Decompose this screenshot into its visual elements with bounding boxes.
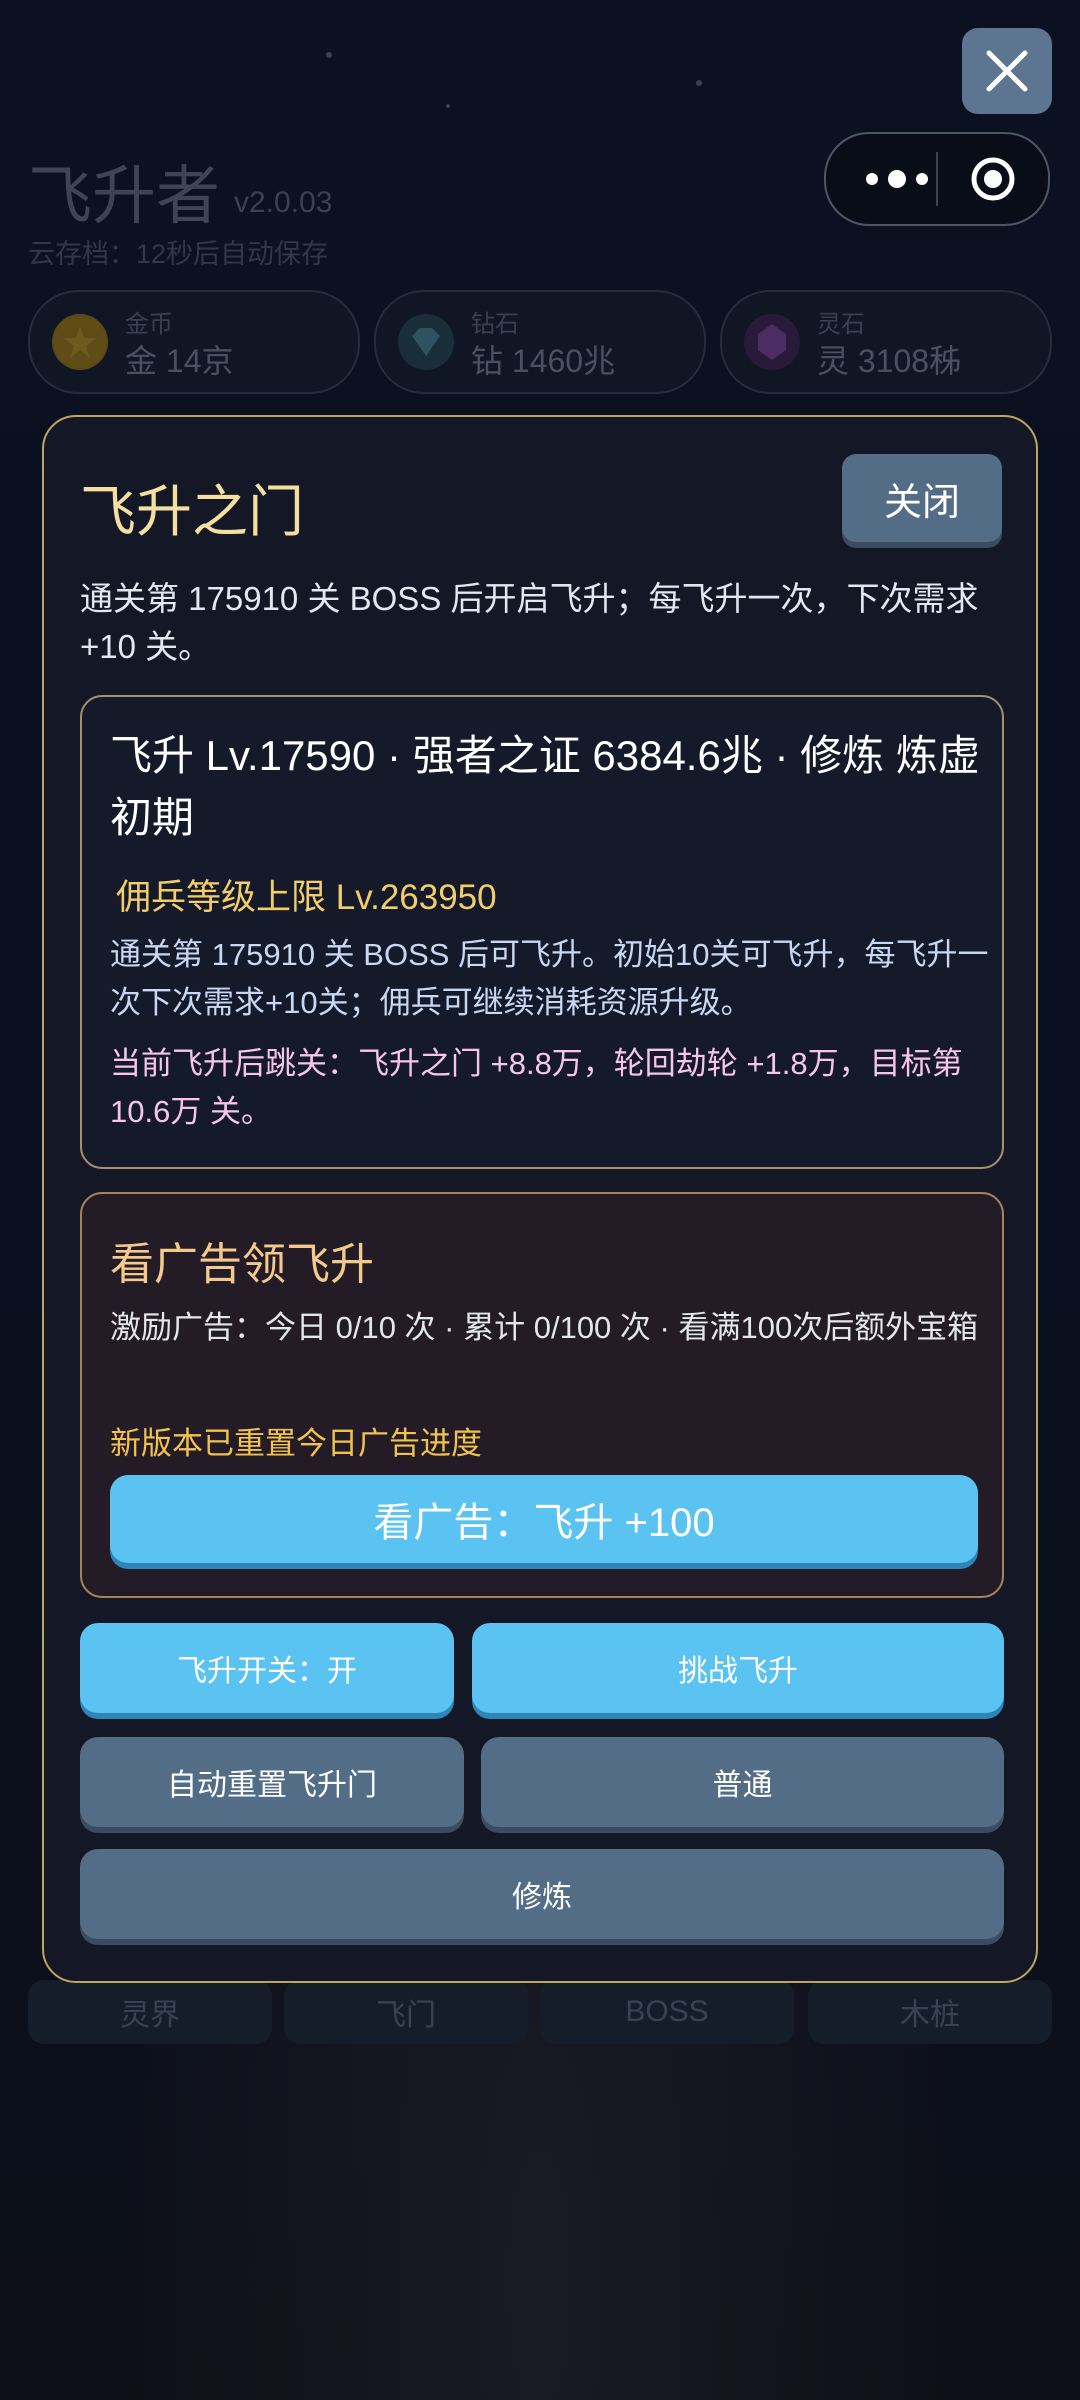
- modal-description: 通关第 175910 关 BOSS 后开启飞升；每飞升一次，下次需求 +10 关…: [80, 580, 979, 665]
- diamond-icon: [398, 314, 454, 370]
- star: [326, 52, 332, 58]
- resource-label: 金币: [125, 311, 173, 338]
- game-title: 飞升者: [28, 160, 220, 232]
- ascension-gate-modal: 飞升之门 关闭 通关第 175910 关 BOSS 后开启飞升；每飞升一次，下次…: [42, 415, 1038, 1983]
- exit-target-icon[interactable]: [970, 156, 1016, 202]
- cultivate-button[interactable]: 修炼: [80, 1849, 1004, 1939]
- challenge-ascension-button[interactable]: 挑战飞升: [472, 1623, 1004, 1713]
- tab-spirit-realm[interactable]: 灵界: [28, 1980, 272, 2044]
- tab-ascension-gate[interactable]: 飞门: [284, 1980, 528, 2044]
- ascension-level-summary: 飞升 Lv.17590 · 强者之证 6384.6兆 · 修炼 炼虚初期: [110, 732, 980, 841]
- game-version: v2.0.03: [234, 186, 333, 219]
- resource-diamond[interactable]: 钻石 钻 1460兆: [374, 290, 706, 394]
- spirit-stone-icon: [744, 314, 800, 370]
- tab-boss[interactable]: BOSS: [540, 1980, 794, 2044]
- capsule-divider: [936, 152, 938, 206]
- more-options-icon[interactable]: [862, 164, 932, 194]
- tab-training-dummy[interactable]: 木桩: [808, 1980, 1052, 2044]
- close-button[interactable]: 关闭: [842, 454, 1002, 542]
- ad-reward-card: 看广告领飞升 激励广告：今日 0/10 次 · 累计 0/100 次 · 看满1…: [80, 1192, 1004, 1598]
- close-x-button[interactable]: [962, 28, 1052, 114]
- resource-gold[interactable]: 金币 金 14京: [28, 290, 360, 394]
- ascension-toggle-button[interactable]: 飞升开关：开: [80, 1623, 454, 1713]
- mini-program-capsule: [824, 132, 1050, 226]
- resource-spirit-stone[interactable]: 灵石 灵 3108秭: [720, 290, 1052, 394]
- ad-reset-notice: 新版本已重置今日广告进度: [110, 1426, 482, 1461]
- resource-value: 钻 1460兆: [471, 343, 616, 379]
- resource-value: 灵 3108秭: [817, 343, 962, 379]
- mode-normal-button[interactable]: 普通: [481, 1737, 1004, 1827]
- resource-label: 钻石: [471, 311, 519, 338]
- watch-ad-button[interactable]: 看广告：飞升 +100: [110, 1475, 978, 1563]
- stage-jump-text: 当前飞升后跳关：飞升之门 +8.8万，轮回劫轮 +1.8万，目标第 10.6万 …: [110, 1046, 963, 1129]
- resource-label: 灵石: [817, 311, 865, 338]
- modal-title: 飞升之门: [80, 480, 304, 543]
- star: [696, 80, 702, 86]
- ascension-info-card: 飞升 Lv.17590 · 强者之证 6384.6兆 · 修炼 炼虚初期 佣兵等…: [80, 695, 1004, 1169]
- cloud-save-status: 云存档：12秒后自动保存: [28, 239, 329, 269]
- ascension-rule-text: 通关第 175910 关 BOSS 后可飞升。初始10关可飞升，每飞升一次下次需…: [110, 937, 989, 1020]
- ad-card-title: 看广告领飞升: [110, 1240, 374, 1289]
- resource-value: 金 14京: [125, 343, 234, 379]
- star: [446, 104, 450, 108]
- close-icon: [986, 50, 1028, 92]
- ad-progress-text: 激励广告：今日 0/10 次 · 累计 0/100 次 · 看满100次后额外宝…: [110, 1310, 979, 1345]
- gold-coin-icon: [52, 314, 108, 370]
- auto-reset-gate-button[interactable]: 自动重置飞升门: [80, 1737, 464, 1827]
- mercenary-level-cap: 佣兵等级上限 Lv.263950: [116, 878, 497, 917]
